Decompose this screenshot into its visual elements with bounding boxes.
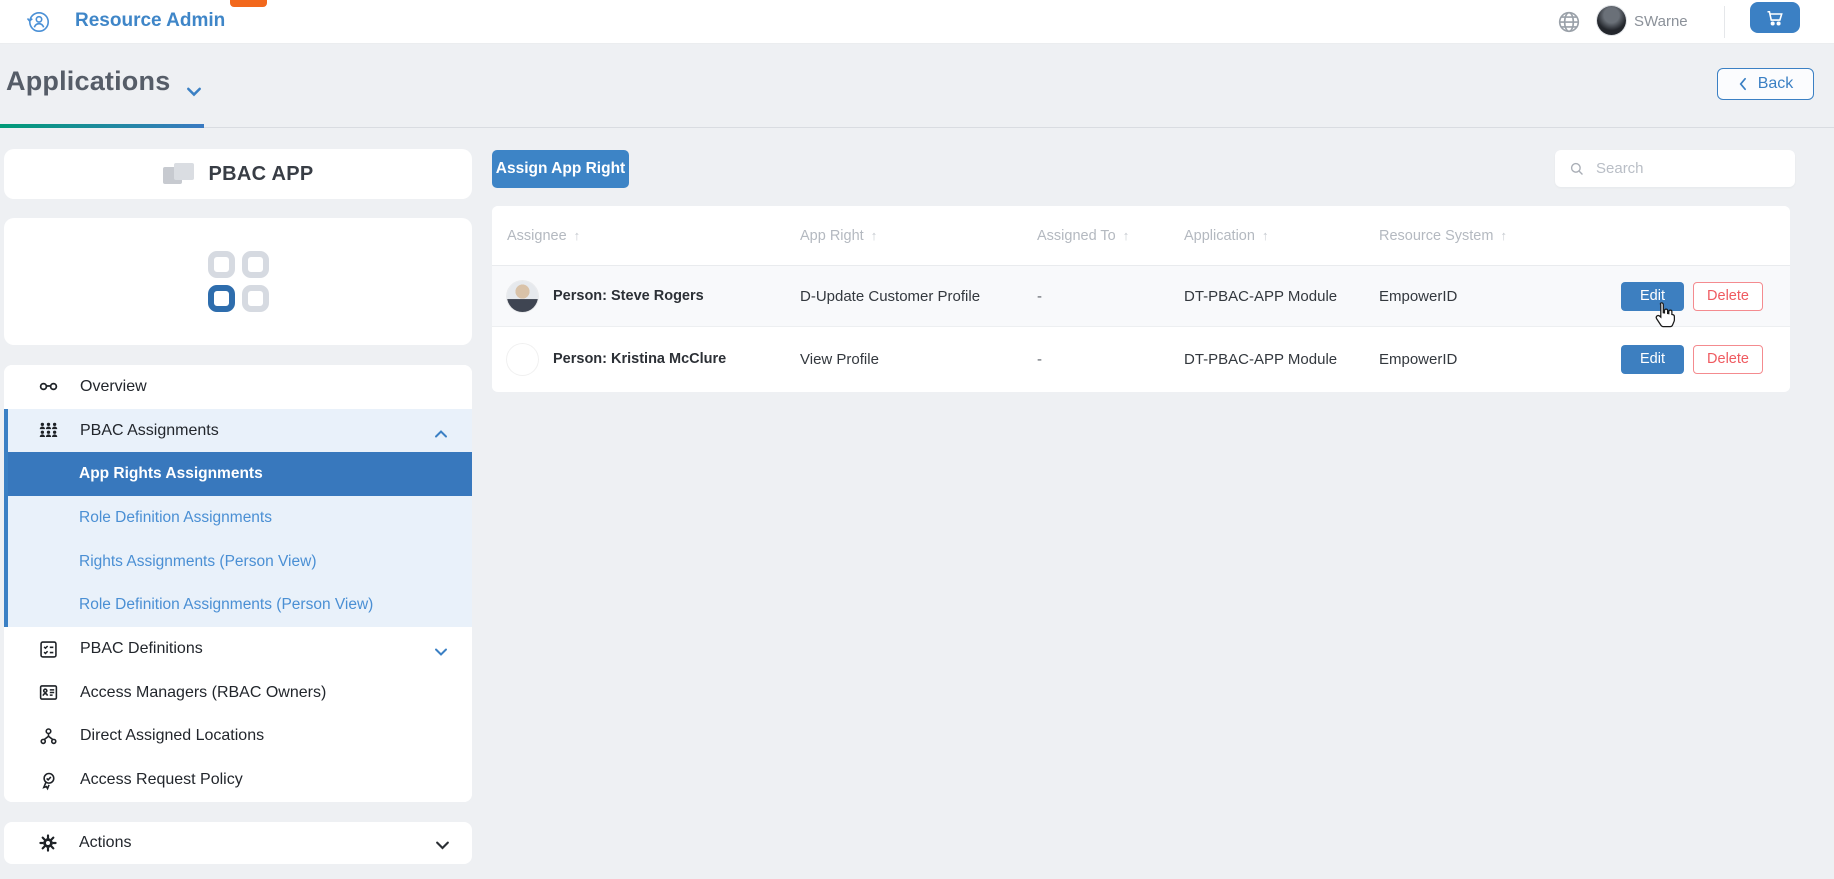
app-icon [162,161,196,188]
hand-cursor-icon [1650,300,1677,331]
sidebar-item-pbac-assignments[interactable]: PBAC Assignments [4,408,472,453]
hierarchy-icon [38,726,59,747]
assignee-avatar [507,280,538,312]
sort-ascending-icon[interactable]: ↑ [1500,228,1507,244]
search-icon [1570,162,1583,175]
assignee-name: Person: Steve Rogers [553,288,704,304]
actions-label: Actions [79,834,132,851]
sidebar-item-label: Access Request Policy [80,771,243,789]
search-box [1555,150,1795,187]
assign-app-right-button[interactable]: Assign App Right [492,150,629,188]
application-cell: DT-PBAC-APP Module [1184,350,1338,368]
sort-ascending-icon[interactable]: ↑ [871,228,878,244]
delete-button[interactable]: Delete [1693,344,1763,374]
checklist-icon [38,639,59,660]
sort-ascending-icon[interactable]: ↑ [1262,228,1269,244]
delete-button[interactable]: Delete [1693,281,1763,311]
page-title: Applications [6,66,171,96]
sidebar-item-direct-assigned-locations[interactable]: Direct Assigned Locations [4,714,472,759]
page-title-chevron-down-icon[interactable] [186,84,202,96]
assignee-name: Person: Kristina McClure [553,351,727,367]
sidebar-item-app-rights-assignments[interactable]: App Rights Assignments [4,452,472,497]
app-logo-icon [207,251,269,312]
assignee-avatar [507,344,538,375]
column-header-app-right[interactable]: App Right ↑ [785,228,1022,244]
gear-icon [38,833,58,853]
resource-system-cell: EmpowerID [1379,350,1458,368]
sidebar-item-role-definition-assignments[interactable]: Role Definition Assignments [4,496,472,540]
chevron-left-icon [1739,77,1746,91]
application-cell: DT-PBAC-APP Module [1184,287,1338,305]
sidebar-item-label: Direct Assigned Locations [80,727,265,745]
sidebar-item-rights-assignments-person-view[interactable]: Rights Assignments (Person View) [4,539,472,584]
id-card-icon [38,682,59,703]
user-avatar[interactable] [1597,6,1626,35]
back-button[interactable]: Back [1717,68,1814,100]
app-title: Resource Admin [75,10,226,31]
username[interactable]: SWarne [1634,13,1688,30]
edit-button[interactable]: Edit [1621,344,1684,374]
assigned-to-cell: - [1037,287,1042,305]
search-input[interactable] [1596,160,1795,177]
table-header-row: Assignee ↑ App Right ↑ Assigned To ↑ App… [492,206,1790,266]
chevron-down-icon[interactable] [434,644,448,656]
sidebar-item-label: Access Managers (RBAC Owners) [80,683,327,701]
app-logo-card [4,218,472,345]
sort-ascending-icon[interactable]: ↑ [1123,228,1130,244]
app-name: PBAC APP [208,162,314,185]
table-row: Person: Steve Rogers D-Update Customer P… [492,266,1790,327]
cart-button[interactable] [1750,2,1800,33]
sidebar-item-label: PBAC Assignments [80,421,219,439]
assignments-table: Assignee ↑ App Right ↑ Assigned To ↑ App… [492,206,1790,392]
sidebar-item-label: Overview [80,377,147,395]
column-header-resource-system[interactable]: Resource System ↑ [1364,228,1560,244]
resource-admin-logo-icon [24,8,52,36]
app-name-card: PBAC APP [4,149,472,199]
column-header-application[interactable]: Application ↑ [1169,228,1364,244]
header-divider [0,127,1834,128]
title-badge [230,0,267,7]
sidebar-item-pbac-definitions[interactable]: PBAC Definitions [4,627,472,671]
sidebar-item-label: PBAC Definitions [80,640,203,658]
sidebar-item-access-managers[interactable]: Access Managers (RBAC Owners) [4,670,472,715]
chevron-up-icon[interactable] [434,426,448,438]
globe-icon[interactable] [1556,9,1582,35]
column-header-assignee[interactable]: Assignee ↑ [492,228,785,244]
policy-badge-icon [38,770,59,791]
people-group-icon [38,420,59,441]
topbar-divider [1724,6,1725,38]
active-tab-indicator [0,124,204,128]
sidebar-item-access-request-policy[interactable]: Access Request Policy [4,758,472,802]
column-header-assigned-to[interactable]: Assigned To ↑ [1022,228,1169,244]
app-right-cell: D-Update Customer Profile [800,287,981,305]
table-row: Person: Kristina McClure View Profile - … [492,327,1790,391]
sidebar-item-role-definition-assignments-person-view[interactable]: Role Definition Assignments (Person View… [4,583,472,628]
cart-icon [1767,10,1783,26]
chevron-down-icon[interactable] [435,838,450,850]
resource-system-cell: EmpowerID [1379,287,1458,305]
actions-menu[interactable]: Actions [4,822,472,864]
app-right-cell: View Profile [800,350,879,368]
sidebar-menu: Overview PBAC Assignments App Rights Ass… [4,365,472,802]
back-label: Back [1757,75,1794,92]
assigned-to-cell: - [1037,350,1042,368]
glasses-icon [38,376,59,397]
sidebar-item-overview[interactable]: Overview [4,365,472,409]
top-bar: Resource Admin SWarne [0,0,1834,44]
sort-ascending-icon[interactable]: ↑ [574,228,581,244]
